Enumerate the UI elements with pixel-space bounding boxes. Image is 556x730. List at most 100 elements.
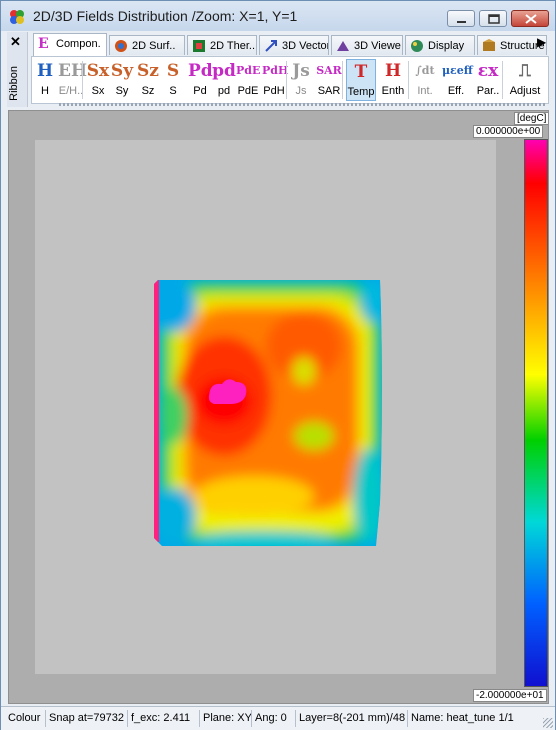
- ribbon-button-label: Adjust: [509, 85, 541, 97]
- ribbon-button-label: Int.: [417, 85, 433, 97]
- ribbon-button-par[interactable]: εx Par..: [472, 59, 504, 101]
- surface-icon: [115, 40, 127, 52]
- ribbon-glyph-icon: ⎍: [519, 61, 531, 81]
- ribbon-button-label: Sz: [141, 85, 155, 97]
- ribbon-button-label: PdE: [237, 85, 259, 97]
- ribbon-close-button[interactable]: ✕: [10, 34, 21, 50]
- tab-display[interactable]: Display: [405, 35, 475, 55]
- minimize-icon: [457, 21, 466, 23]
- display-icon: [411, 40, 423, 52]
- app-icon: [10, 10, 24, 24]
- ribbon-button-enth[interactable]: H Enth: [378, 59, 408, 101]
- ribbon-button-label: Js: [295, 85, 307, 97]
- ribbon-button-label: Sx: [91, 85, 105, 97]
- ribbon-separator: [82, 61, 83, 99]
- ribbon-glyph-icon: Pd: [188, 61, 213, 81]
- viewer-icon: [337, 41, 349, 51]
- ribbon-glyph-icon: PdH: [262, 64, 289, 77]
- color-scale-bar: [524, 139, 548, 687]
- ribbon-button-label: Enth: [381, 85, 405, 97]
- tab-label: 3D Viewe: [354, 40, 401, 52]
- title-bar[interactable]: 2D/3D Fields Distribution /Zoom: X=1, Y=…: [1, 1, 555, 31]
- ribbon-button-label: pd: [217, 85, 231, 97]
- ribbon-toggle-label[interactable]: Ribbon: [8, 66, 20, 101]
- ribbon-button-label: E/H..: [58, 85, 84, 97]
- close-icon: [525, 14, 537, 24]
- tab-2d-thermal[interactable]: 2D Ther..: [187, 35, 257, 55]
- ribbon-button-sz[interactable]: Sz Sz: [136, 59, 160, 101]
- tab-label: Compon.: [56, 38, 101, 50]
- ribbon-button-eff[interactable]: μεeff Eff.: [442, 59, 473, 101]
- ribbon-glyph-icon: H: [36, 61, 54, 81]
- ribbon-glyph-icon: ∫dt: [415, 64, 435, 77]
- minimize-button[interactable]: [447, 10, 475, 27]
- ribbon-glyph-icon: S: [166, 61, 180, 81]
- resize-grip[interactable]: [543, 718, 553, 728]
- maximize-button[interactable]: [479, 10, 507, 27]
- ribbon-button-temp[interactable]: T Temp: [346, 59, 376, 101]
- ribbon-glyph-icon: μεeff: [442, 64, 473, 77]
- maximize-icon: [488, 14, 500, 24]
- colorbar-max-label: 0.000000e+00: [473, 125, 544, 138]
- ribbon-glyph-icon: Sy: [110, 61, 134, 81]
- unit-label: [degC]: [514, 112, 548, 125]
- ribbon-separator: [342, 61, 343, 99]
- ribbon-glyph-icon: Sz: [137, 61, 159, 81]
- ribbon-separator: [286, 61, 287, 99]
- ribbon-button-sx[interactable]: Sx Sx: [86, 59, 110, 101]
- ribbon-button-sy[interactable]: Sy Sy: [110, 59, 134, 101]
- ribbon-glyph-icon: Js: [292, 61, 310, 81]
- status-name: Name: heat_tune 1/1: [407, 710, 543, 727]
- ribbon-separator: [502, 61, 503, 99]
- tab-components[interactable]: E Compon.: [33, 33, 107, 56]
- temperature-field-map[interactable]: [154, 276, 386, 548]
- ribbon-button-pd[interactable]: Pd Pd: [188, 59, 213, 101]
- ribbon-glyph-icon: H: [384, 61, 402, 81]
- field-view[interactable]: [degC] 0.000000e+00 -2.000000e+01: [8, 110, 549, 704]
- ribbon-glyph-icon: pd: [212, 61, 236, 81]
- ribbon-button-pd[interactable]: pd pd: [212, 59, 236, 101]
- status-snap: Snap at=79732: [45, 710, 129, 727]
- ribbon-glyph-icon: PdE: [236, 64, 261, 77]
- structure-icon: [483, 39, 495, 51]
- tab-3d-vector[interactable]: 3D Vector: [259, 35, 329, 55]
- vector-icon: [265, 40, 277, 52]
- close-button[interactable]: [511, 10, 549, 27]
- ribbon-button-label: H: [41, 85, 49, 97]
- ribbon-separator: [408, 61, 409, 99]
- ribbon-button-js[interactable]: Js Js: [290, 59, 312, 101]
- ribbon-side-strip: ✕ Ribbon: [7, 32, 28, 107]
- tab-label: 2D Surf..: [132, 40, 176, 52]
- ribbon-button-sar[interactable]: SAR SAR: [314, 59, 344, 101]
- ribbon-divider: [59, 103, 545, 106]
- app-window: 2D/3D Fields Distribution /Zoom: X=1, Y=…: [0, 0, 556, 730]
- ribbon-button-label: Par..: [476, 85, 500, 97]
- window-title: 2D/3D Fields Distribution /Zoom: X=1, Y=…: [33, 8, 298, 24]
- ribbon-button-pdh[interactable]: PdH PdH: [262, 59, 289, 101]
- status-plane: Plane: XY: [199, 710, 253, 727]
- ribbon-button-label: Sy: [115, 85, 129, 97]
- ribbon-button-int[interactable]: ∫dt Int.: [412, 59, 438, 101]
- colorbar-min-label: -2.000000e+01: [473, 689, 547, 702]
- status-layer: Layer=8(-201 mm)/48: [295, 710, 409, 727]
- thermal-icon: [193, 40, 205, 52]
- ribbon-button-label: Eff.: [447, 85, 465, 97]
- ribbon-button-s[interactable]: SS: [162, 59, 184, 101]
- status-bar: Colour Snap at=79732 f_exc: 2.411 Plane:…: [1, 706, 555, 730]
- tab-label: Display: [428, 40, 465, 52]
- status-angle: Ang: 0: [251, 710, 297, 727]
- ribbon-button-e-h[interactable]: EH E/H..: [58, 59, 88, 101]
- ribbon-button-adjust[interactable]: ⎍ Adjust: [506, 59, 544, 101]
- tab-3d-viewer[interactable]: 3D Viewe: [331, 35, 403, 55]
- ribbon-glyph-icon: EH: [58, 61, 88, 81]
- status-colour[interactable]: Colour: [5, 710, 46, 727]
- ribbon-button-pde[interactable]: PdE PdE: [236, 59, 260, 101]
- ribbon-button-label: Temp: [347, 86, 375, 98]
- ribbon-tabs: E Compon. 2D Surf.. 2D Ther.. 3D Vector …: [31, 33, 549, 56]
- tab-2d-surface[interactable]: 2D Surf..: [109, 35, 185, 55]
- tab-scroll-right-icon[interactable]: ▶: [537, 35, 549, 53]
- ribbon-button-h[interactable]: HH: [34, 59, 56, 101]
- tab-label: 3D Vector: [282, 40, 329, 52]
- tab-label: 2D Ther..: [210, 40, 256, 52]
- ribbon-button-label: S: [169, 85, 177, 97]
